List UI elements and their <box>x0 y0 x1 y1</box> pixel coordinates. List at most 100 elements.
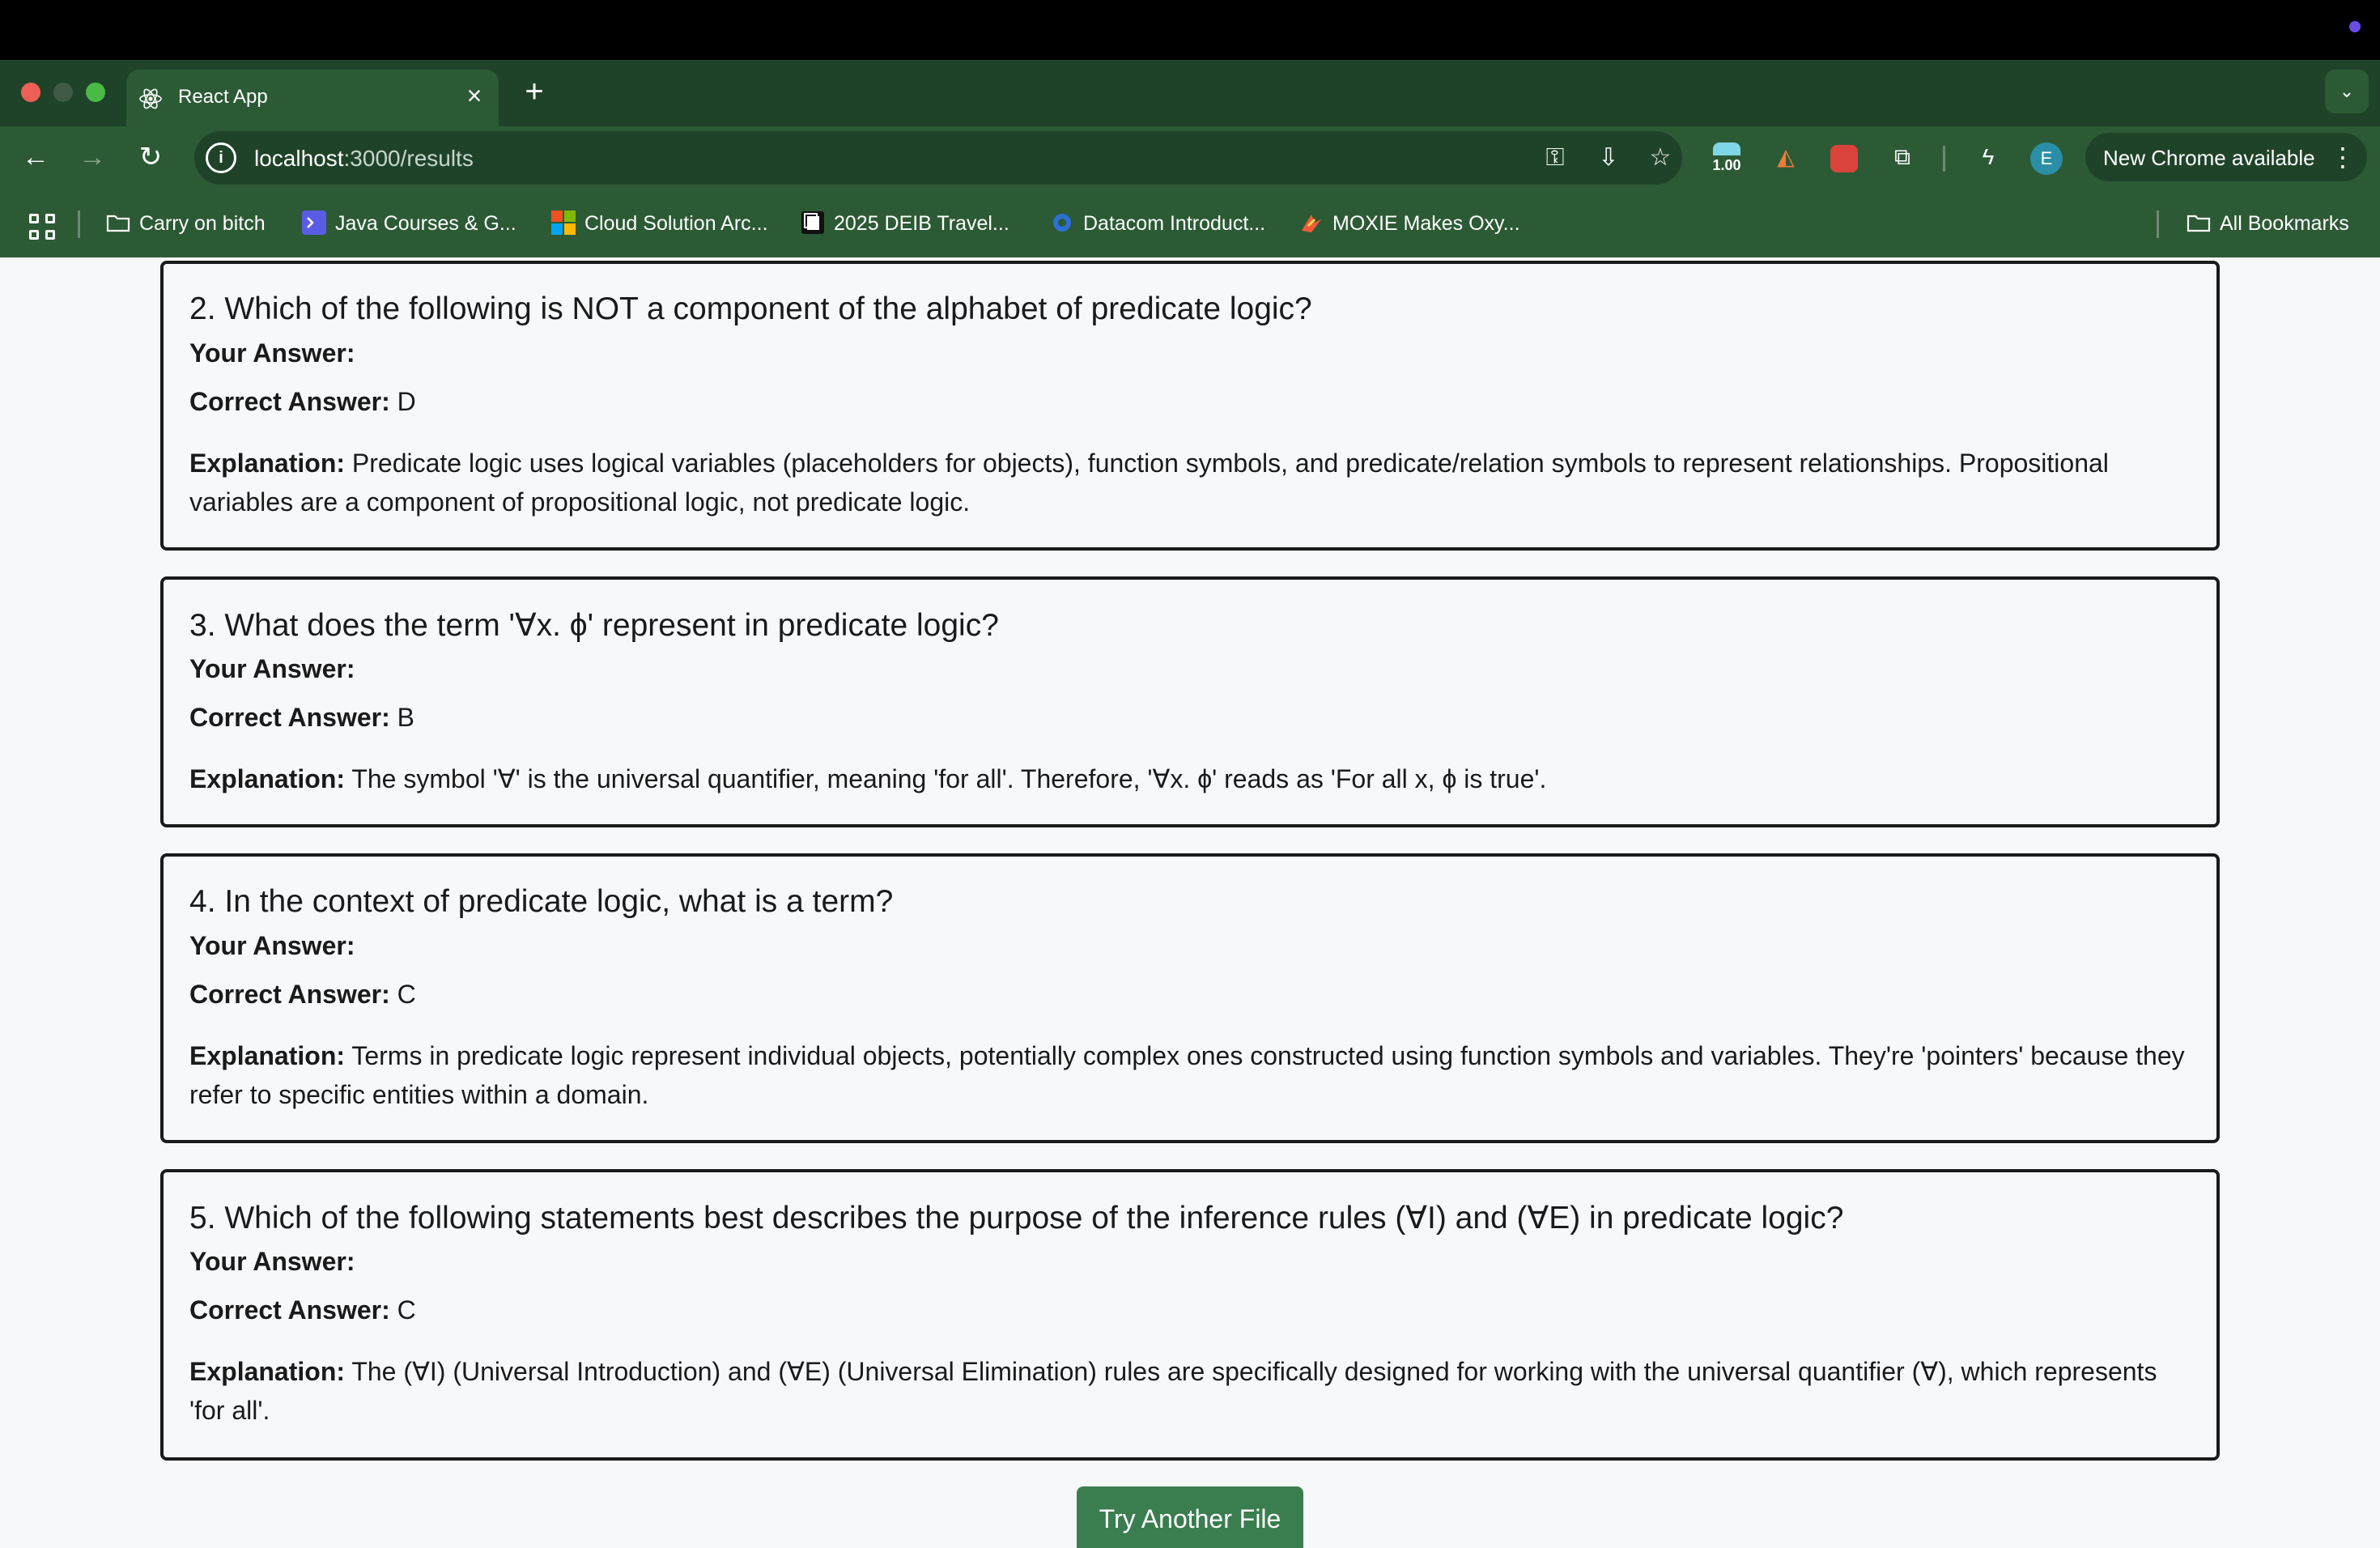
back-button[interactable]: ← <box>13 134 58 180</box>
red-extension-icon[interactable] <box>1825 138 1864 176</box>
reload-button[interactable]: ↻ <box>128 134 173 180</box>
your-answer-label: Your Answer: <box>189 338 355 368</box>
datacom-icon <box>1049 210 1075 236</box>
tab-react-app[interactable]: React App × <box>126 70 499 126</box>
url-text[interactable]: localhost:3000/results <box>254 146 474 172</box>
your-answer-row: Your Answer: <box>189 1247 355 1277</box>
explanation-row: Explanation: The symbol '∀' is the unive… <box>189 759 2192 798</box>
question-card: 2. Which of the following is NOT a compo… <box>160 261 2220 551</box>
office-extension-icon[interactable]: ◭ <box>1766 138 1805 176</box>
question-card: 4. In the context of predicate logic, wh… <box>160 853 2220 1143</box>
password-key-icon[interactable]: ⚿ <box>1538 141 1572 175</box>
toolbar-divider <box>1943 146 1945 172</box>
status-dot-icon <box>2349 21 2361 32</box>
bookmark-label: Cloud Solution Arc... <box>584 212 768 235</box>
new-tab-button[interactable]: + <box>518 75 550 108</box>
forward-button[interactable]: → <box>70 134 115 180</box>
kebab-menu-icon: ⋮ <box>2330 142 2356 172</box>
bookmark-item[interactable]: MOXIE Makes Oxy... <box>1298 207 1520 240</box>
zoom-window-button[interactable] <box>86 83 105 102</box>
explanation-text: Predicate logic uses logical variables (… <box>189 449 2109 517</box>
your-answer-row: Your Answer: <box>189 931 355 961</box>
react-icon <box>139 88 162 109</box>
apps-grid-icon[interactable] <box>29 214 57 241</box>
correct-answer-label: Correct Answer: <box>189 387 390 416</box>
url-path: :3000/results <box>343 146 474 171</box>
minimize-window-button[interactable] <box>53 83 73 102</box>
doc-icon <box>800 210 826 236</box>
correct-answer-label: Correct Answer: <box>189 703 390 732</box>
terminal-icon <box>301 210 327 236</box>
update-label: New Chrome available <box>2103 146 2315 170</box>
bookmark-label: Carry on bitch <box>139 212 266 235</box>
explanation-row: Explanation: Predicate logic uses logica… <box>189 444 2192 521</box>
correct-answer-value: D <box>397 387 416 416</box>
explanation-row: Explanation: Terms in predicate logic re… <box>189 1036 2192 1114</box>
close-window-button[interactable] <box>21 83 40 102</box>
all-bookmarks-button[interactable]: All Bookmarks <box>2186 207 2349 240</box>
all-bookmarks-label: All Bookmarks <box>2220 212 2349 235</box>
bookmark-item[interactable]: Datacom Introduct... <box>1049 207 1265 240</box>
folder-icon <box>105 210 131 236</box>
correct-answer-row: Correct Answer: C <box>189 980 416 1010</box>
url-host: localhost <box>254 146 344 171</box>
bookmarks-bar: Carry on bitch Java Courses & G... Cloud… <box>0 188 2380 257</box>
install-app-icon[interactable]: ⇩ <box>1592 141 1626 175</box>
microsoft-icon <box>550 210 576 236</box>
your-answer-row: Your Answer: <box>189 654 355 684</box>
extensions-puzzle-icon[interactable]: ⧉ <box>1883 138 1922 176</box>
tab-search-button[interactable]: ⌄ <box>2325 70 2369 113</box>
bookmark-star-icon[interactable]: ☆ <box>1643 141 1677 175</box>
explanation-label: Explanation: <box>189 1041 346 1070</box>
site-info-icon[interactable]: i <box>206 142 236 173</box>
question-text: 3. What does the term '∀x. ϕ' represent … <box>189 608 999 643</box>
explanation-text: Terms in predicate logic represent indiv… <box>189 1041 2185 1109</box>
question-card: 3. What does the term '∀x. ϕ' represent … <box>160 576 2220 827</box>
macos-menubar <box>0 0 2380 60</box>
bookmark-item[interactable]: 2025 DEIB Travel... <box>800 207 1009 240</box>
question-card: 5. Which of the following statements bes… <box>160 1169 2220 1461</box>
moxie-icon <box>1298 210 1324 236</box>
correct-answer-value: B <box>397 703 414 732</box>
folder-icon <box>2186 210 2212 236</box>
address-bar[interactable]: i localhost:3000/results ⚿ ⇩ ☆ <box>194 131 1682 185</box>
explanation-label: Explanation: <box>189 764 346 793</box>
bookmark-label: Datacom Introduct... <box>1083 212 1266 235</box>
bookmark-label: MOXIE Makes Oxy... <box>1332 212 1520 235</box>
your-answer-label: Your Answer: <box>189 1247 355 1276</box>
extension-badge-value: 1.00 <box>1712 157 1741 173</box>
extension-badge-icon[interactable]: 1.00 <box>1710 139 1744 173</box>
bookmark-item[interactable]: Java Courses & G... <box>301 207 516 240</box>
tab-strip: React App × + ⌄ <box>0 60 2380 126</box>
your-answer-label: Your Answer: <box>189 931 355 960</box>
correct-answer-row: Correct Answer: B <box>189 703 414 733</box>
bookmark-label: 2025 DEIB Travel... <box>834 212 1009 235</box>
bookmarks-divider <box>78 211 80 238</box>
your-answer-row: Your Answer: <box>189 338 355 368</box>
question-text: 4. In the context of predicate logic, wh… <box>189 884 894 919</box>
toolbar: ← → ↻ i localhost:3000/results ⚿ ⇩ ☆ 1.0… <box>0 126 2380 188</box>
explanation-text: The symbol '∀' is the universal quantifi… <box>351 764 1547 793</box>
explanation-row: Explanation: The (∀I) (Universal Introdu… <box>189 1352 2192 1430</box>
results-page: 2. Which of the following is NOT a compo… <box>0 257 2380 1548</box>
profile-avatar[interactable]: E <box>2030 142 2063 175</box>
explanation-label: Explanation: <box>189 1357 346 1386</box>
question-text: 5. Which of the following statements bes… <box>189 1201 1844 1235</box>
performance-icon[interactable]: ϟ <box>1969 138 2008 176</box>
bookmark-item[interactable]: Carry on bitch <box>105 207 266 240</box>
correct-answer-value: C <box>397 980 416 1009</box>
correct-answer-label: Correct Answer: <box>189 1295 390 1325</box>
explanation-label: Explanation: <box>189 449 346 478</box>
correct-answer-value: C <box>397 1295 416 1325</box>
try-another-file-button[interactable]: Try Another File <box>1077 1486 1303 1548</box>
your-answer-label: Your Answer: <box>189 654 355 683</box>
bookmark-item[interactable]: Cloud Solution Arc... <box>550 207 768 240</box>
bookmarks-divider <box>2157 211 2159 238</box>
correct-answer-row: Correct Answer: D <box>189 387 416 417</box>
explanation-text: The (∀I) (Universal Introduction) and (∀… <box>189 1357 2157 1425</box>
browser-chrome: React App × + ⌄ ← → ↻ i localhost:3000/r… <box>0 60 2380 257</box>
bookmark-label: Java Courses & G... <box>335 212 516 235</box>
close-tab-icon[interactable]: × <box>458 79 491 112</box>
correct-answer-label: Correct Answer: <box>189 980 390 1009</box>
new-chrome-available-button[interactable]: New Chrome available ⋮ <box>2085 133 2367 181</box>
